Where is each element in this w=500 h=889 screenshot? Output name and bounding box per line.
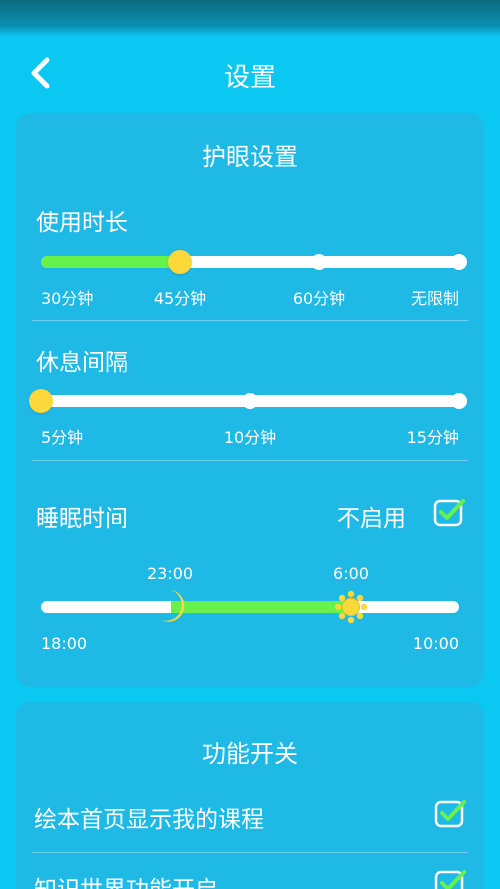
divider bbox=[32, 460, 468, 461]
sleep-end-time: 6:00 bbox=[333, 564, 369, 583]
eye-care-title: 护眼设置 bbox=[202, 143, 298, 171]
sun-icon bbox=[334, 590, 368, 624]
rest-interval-label: 休息间隔 bbox=[36, 350, 128, 376]
rest-stop-10[interactable] bbox=[242, 393, 258, 409]
usage-duration-label: 使用时长 bbox=[36, 210, 128, 236]
rest-tick-5: 5分钟 bbox=[41, 428, 84, 447]
sleep-start-handle[interactable] bbox=[157, 588, 185, 624]
features-title: 功能开关 bbox=[202, 740, 298, 768]
rest-stop-15[interactable] bbox=[451, 393, 467, 409]
feature-label-my-courses: 绘本首页显示我的课程 bbox=[34, 807, 264, 833]
sleep-time-fill bbox=[171, 601, 351, 613]
usage-duration-fill bbox=[41, 256, 180, 268]
page-title: 设置 bbox=[223, 63, 276, 93]
checkmark-icon bbox=[434, 870, 466, 889]
feature-checkbox-knowledge-world[interactable] bbox=[434, 868, 466, 889]
checkmark-icon bbox=[434, 800, 466, 828]
header: 设置 bbox=[0, 37, 500, 109]
usage-stop-unlimited[interactable] bbox=[451, 254, 467, 270]
rest-interval-slider[interactable] bbox=[29, 389, 467, 413]
features-card: 功能开关 绘本首页显示我的课程 知识世界功能开启 bbox=[16, 702, 484, 889]
usage-duration-slider[interactable] bbox=[41, 250, 467, 274]
usage-tick-30: 30分钟 bbox=[41, 289, 94, 308]
sleep-time-slider[interactable] bbox=[41, 590, 459, 624]
usage-duration-knob[interactable] bbox=[168, 250, 192, 274]
eye-care-card: 护眼设置 使用时长 30分钟 45分钟 60分钟 无限制 休息间隔 5分钟 10… bbox=[16, 113, 484, 687]
rest-tick-10: 10分钟 bbox=[223, 428, 277, 447]
sleep-start-time: 23:00 bbox=[146, 564, 194, 583]
sleep-range-start: 18:00 bbox=[41, 634, 88, 653]
usage-tick-unlimited: 无限制 bbox=[410, 289, 459, 308]
divider bbox=[32, 320, 468, 321]
feature-label-knowledge-world: 知识世界功能开启 bbox=[34, 870, 218, 889]
divider bbox=[32, 852, 468, 853]
sleep-disable-checkbox[interactable] bbox=[433, 497, 465, 529]
usage-tick-60: 60分钟 bbox=[292, 289, 346, 308]
moon-icon bbox=[161, 590, 185, 622]
sleep-disable-label[interactable]: 不启用 bbox=[337, 499, 406, 533]
rest-interval-knob[interactable] bbox=[29, 389, 53, 413]
checkmark-icon bbox=[433, 499, 465, 527]
status-bar bbox=[0, 0, 500, 37]
sleep-range-end: 10:00 bbox=[412, 634, 459, 653]
feature-checkbox-my-courses[interactable] bbox=[434, 798, 466, 830]
usage-stop-60[interactable] bbox=[311, 254, 327, 270]
sleep-time-label: 睡眠时间 bbox=[36, 506, 128, 532]
sleep-end-handle[interactable] bbox=[334, 590, 368, 624]
usage-tick-45: 45分钟 bbox=[153, 289, 207, 308]
rest-tick-15: 15分钟 bbox=[406, 428, 459, 447]
